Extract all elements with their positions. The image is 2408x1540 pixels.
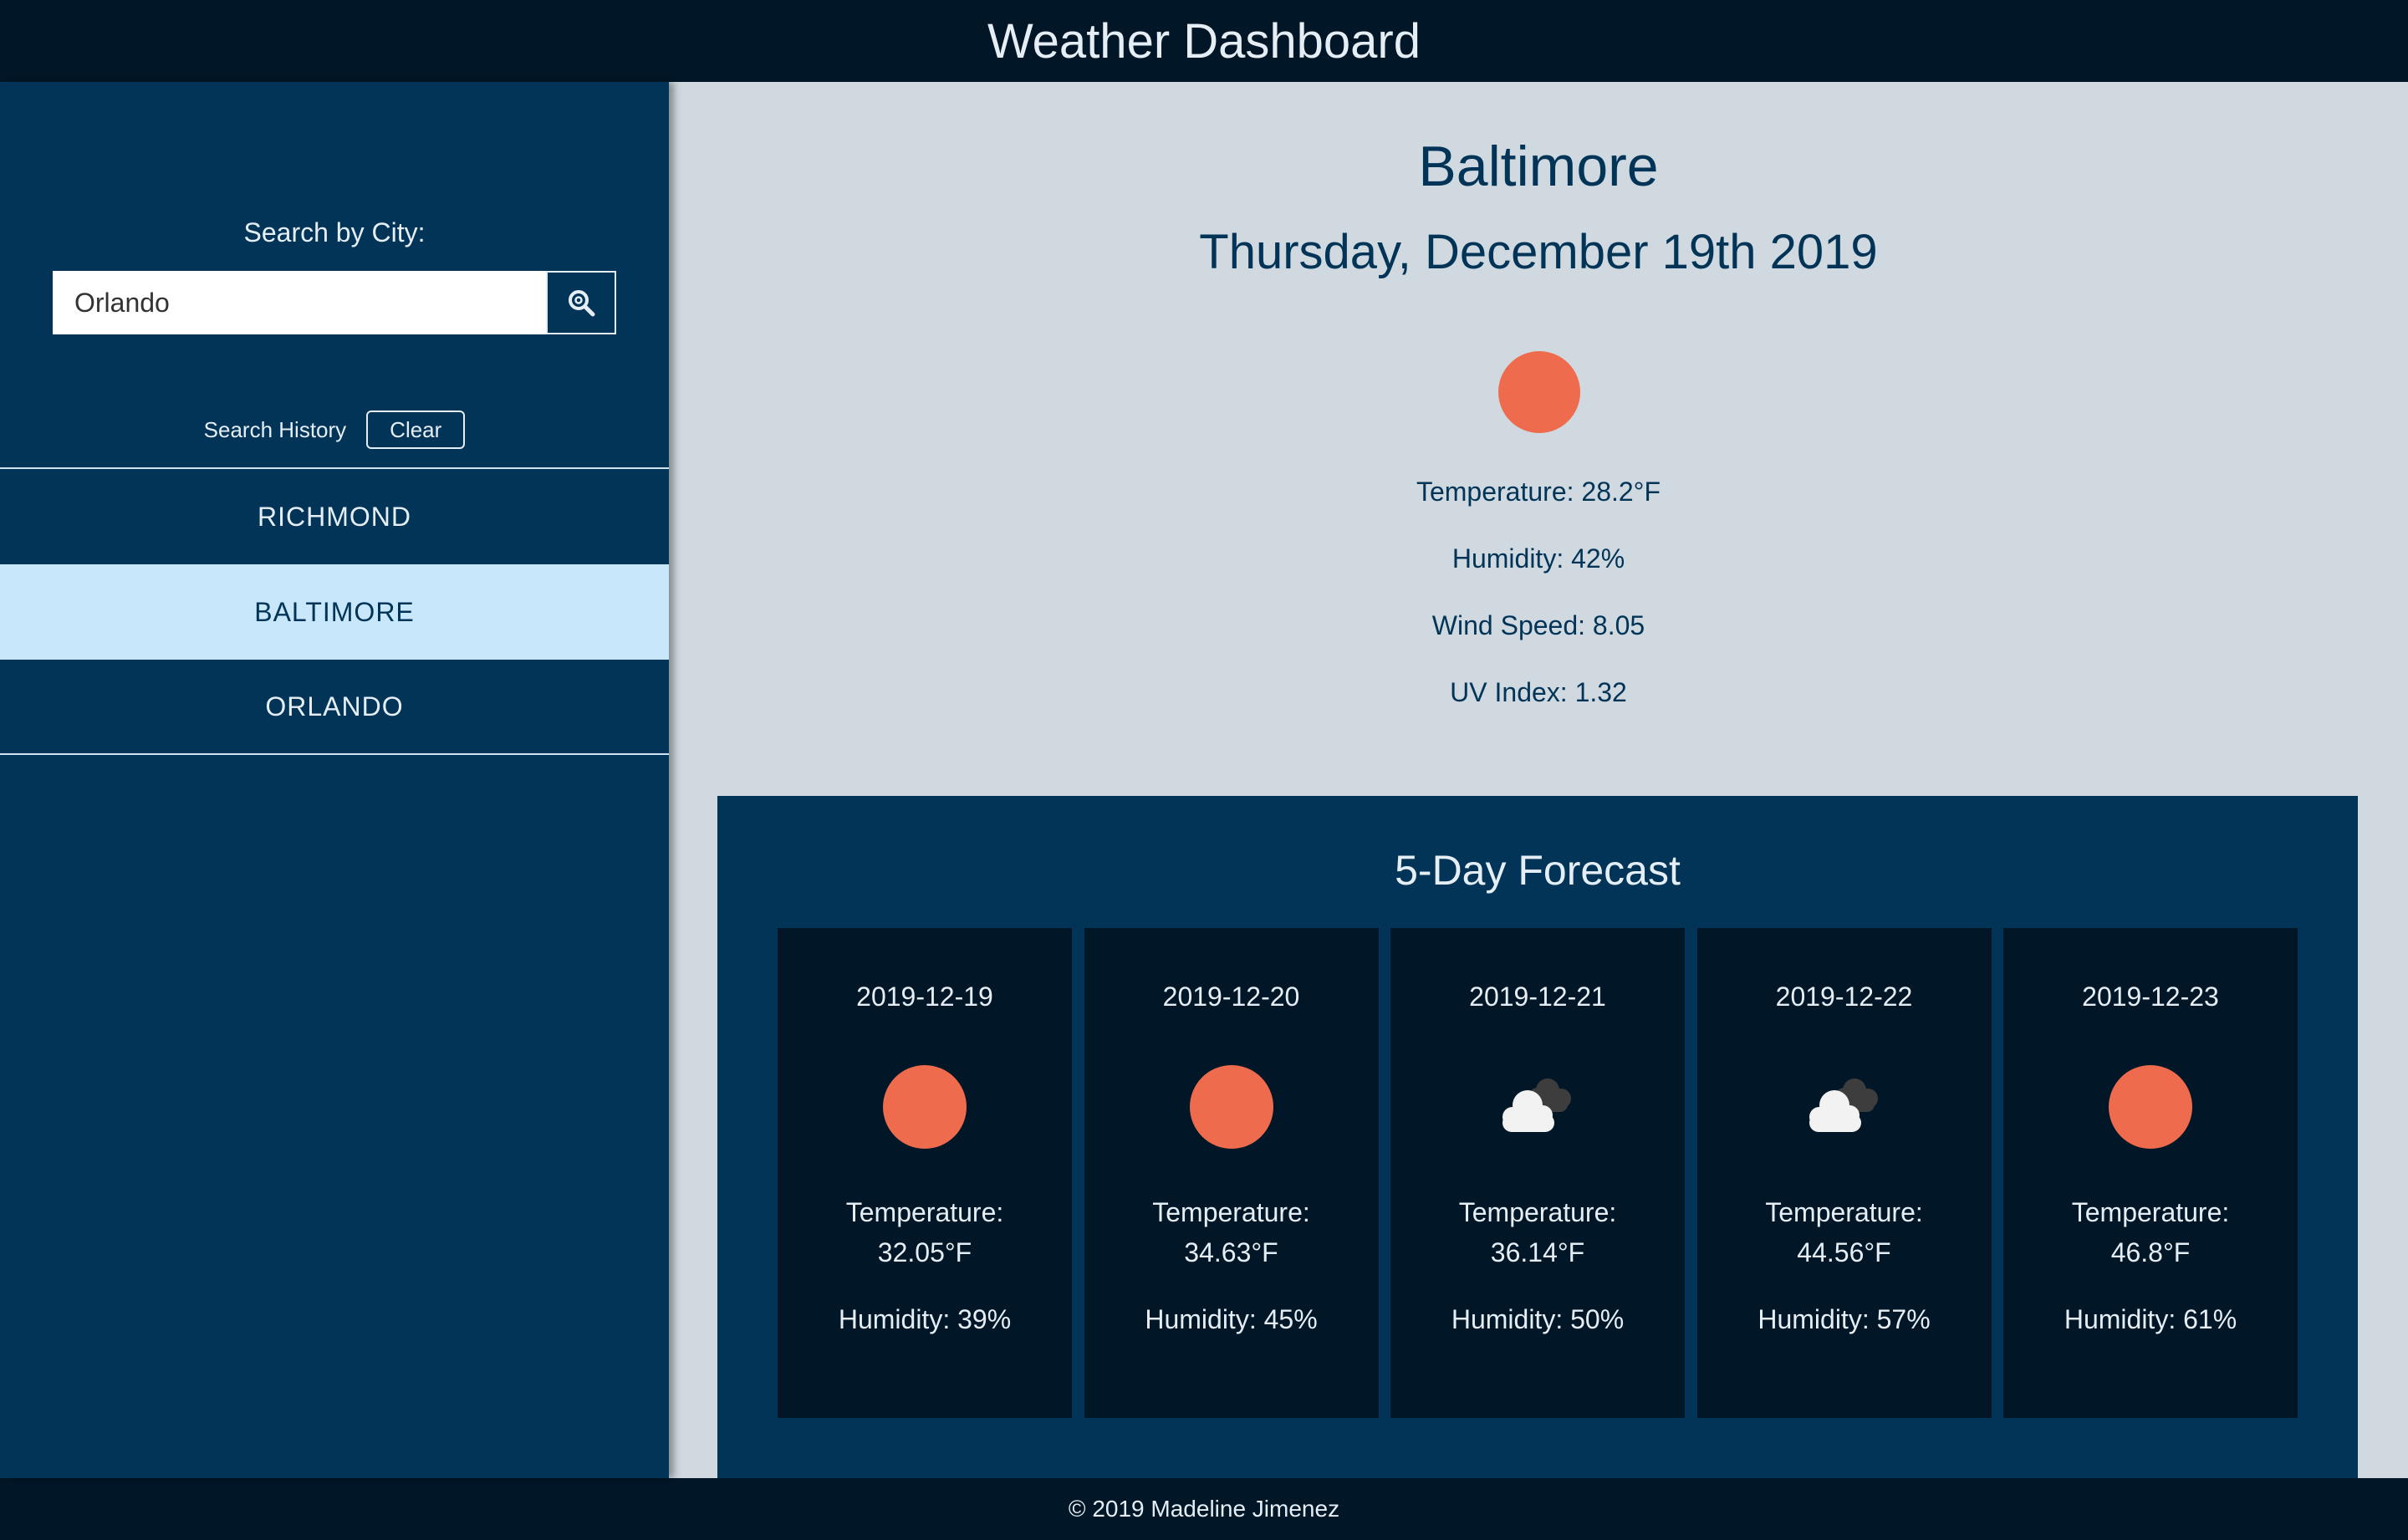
- clear-history-button[interactable]: Clear: [366, 410, 466, 449]
- sun-shape: [883, 1065, 967, 1149]
- forecast-humidity: Humidity: 39%: [838, 1304, 1012, 1334]
- history-item-richmond[interactable]: RICHMOND: [0, 469, 669, 564]
- search-button[interactable]: [546, 271, 616, 334]
- forecast-date: 2019-12-23: [2082, 982, 2219, 1012]
- forecast-temperature: 36.14°F: [1490, 1237, 1585, 1267]
- search-label: Search by City:: [243, 217, 426, 247]
- sun-shape: [1189, 1065, 1273, 1149]
- search-history-header: Search History Clear: [0, 410, 669, 450]
- forecast-humidity: Humidity: 61%: [2064, 1304, 2237, 1334]
- forecast-panel: 5-Day Forecast 2019-12-19 Temperature: 32.…: [717, 796, 2358, 1478]
- app-header: Weather Dashboard: [0, 0, 2408, 82]
- current-humidity: Humidity: 42%: [1451, 543, 1625, 574]
- forecast-temperature-label: Temperature:: [2071, 1197, 2230, 1227]
- current-wind-speed: Wind Speed: 8.05: [1431, 610, 1645, 640]
- sidebar: Search by City: Search History Clear RIC…: [0, 82, 669, 1478]
- sun-icon: [1498, 351, 1580, 433]
- current-temperature: Temperature: 28.2°F: [1416, 477, 1661, 507]
- forecast-temperature: 32.05°F: [877, 1237, 972, 1267]
- forecast-date: 2019-12-20: [1162, 982, 1300, 1012]
- forecast-card: 2019-12-21 Temperature: 36.14°F Humidity: 5…: [1390, 928, 1685, 1418]
- main-content: Baltimore Thursday, December 19th 2019 T…: [669, 82, 2408, 1478]
- forecast-card: 2019-12-20 Temperature: 34.63°F Humidity: 4…: [1084, 928, 1379, 1418]
- history-item-baltimore[interactable]: BALTIMORE: [0, 564, 669, 660]
- current-date: Thursday, December 19th 2019: [1199, 225, 1878, 279]
- forecast-temperature: 34.63°F: [1184, 1237, 1278, 1267]
- forecast-card: 2019-12-23 Temperature: 46.8°F Humidity: 61…: [2003, 928, 2298, 1418]
- forecast-date: 2019-12-19: [856, 982, 993, 1012]
- search-history-label: Search History: [203, 416, 347, 442]
- cloud-icon: [1803, 1065, 1886, 1149]
- page-title: Weather Dashboard: [987, 13, 1421, 69]
- forecast-temperature-label: Temperature:: [1765, 1197, 1923, 1227]
- search-icon: [569, 290, 595, 317]
- forecast-date: 2019-12-22: [1775, 982, 1913, 1012]
- sun-icon: [2109, 1065, 2192, 1149]
- forecast-humidity: Humidity: 50%: [1451, 1304, 1625, 1334]
- forecast-card: 2019-12-22 Temperature: 44.56°F Humidity: 5…: [1696, 928, 1992, 1418]
- forecast-temperature: 46.8°F: [2110, 1237, 2191, 1267]
- footer-copyright: © 2019 Madeline Jimenez: [1068, 1496, 1340, 1522]
- history-item-orlando[interactable]: ORLANDO: [0, 660, 669, 755]
- search-form: [53, 271, 616, 334]
- cloud-icon: [1496, 1065, 1579, 1149]
- current-city: Baltimore: [1418, 135, 1659, 198]
- current-uv-index: UV Index: 1.32: [1450, 677, 1627, 707]
- forecast-title: 5-Day Forecast: [1395, 847, 1681, 894]
- sun-icon: [1189, 1065, 1273, 1149]
- forecast-temperature: 44.56°F: [1797, 1237, 1891, 1267]
- forecast-temperature-label: Temperature:: [1458, 1197, 1617, 1227]
- sun-shape: [2109, 1065, 2192, 1149]
- forecast-humidity: Humidity: 57%: [1758, 1304, 1931, 1334]
- forecast-temperature-label: Temperature:: [845, 1197, 1004, 1227]
- search-input[interactable]: [53, 271, 546, 334]
- forecast-temperature-label: Temperature:: [1152, 1197, 1310, 1227]
- search-history-list: RICHMOND BALTIMORE ORLANDO: [0, 467, 669, 755]
- forecast-humidity: Humidity: 45%: [1145, 1304, 1318, 1334]
- forecast-cards: 2019-12-19 Temperature: 32.05°F Humidity: 3…: [778, 928, 2298, 1418]
- forecast-card: 2019-12-19 Temperature: 32.05°F Humidity: 3…: [778, 928, 1072, 1418]
- forecast-date: 2019-12-21: [1469, 982, 1606, 1012]
- sun-icon: [883, 1065, 967, 1149]
- footer: © 2019 Madeline Jimenez: [0, 1478, 2408, 1540]
